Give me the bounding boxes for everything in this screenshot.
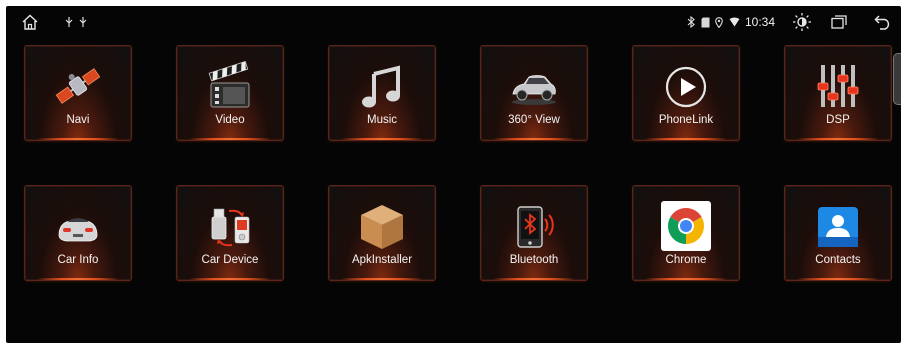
sd-card-icon: [700, 12, 710, 32]
home-screen: 10:34 Navi Video Music 360° View PhoneLi…: [6, 6, 901, 343]
app-tile-chrome[interactable]: Chrome: [632, 185, 740, 281]
app-label: Navi: [66, 114, 90, 126]
app-tile-dsp[interactable]: DSP: [784, 45, 892, 141]
app-tile-apkinstaller[interactable]: ApkInstaller: [328, 185, 436, 281]
clock: 10:34: [744, 15, 776, 29]
app-tile-contacts[interactable]: Contacts: [784, 185, 892, 281]
app-tile-navi[interactable]: Navi: [24, 45, 132, 141]
wifi-icon: [728, 12, 740, 32]
app-tile-360-view[interactable]: 360° View: [480, 45, 588, 141]
app-tile-bluetooth[interactable]: Bluetooth: [480, 185, 588, 281]
app-label: DSP: [826, 114, 850, 126]
app-label: ApkInstaller: [351, 254, 413, 266]
app-label: Video: [215, 114, 245, 126]
app-tile-phonelink[interactable]: PhoneLink: [632, 45, 740, 141]
usb-icon: [64, 12, 74, 32]
play-circle-icon: [661, 61, 711, 111]
app-tile-car-device[interactable]: Car Device: [176, 185, 284, 281]
clapperboard-icon: [205, 61, 255, 111]
app-label: Car Info: [57, 254, 99, 266]
car-360-icon: [509, 61, 559, 111]
bluetooth-icon: [686, 12, 696, 32]
usb-device-icon: [205, 201, 255, 251]
app-label: 360° View: [508, 114, 560, 126]
app-tile-video[interactable]: Video: [176, 45, 284, 141]
app-tile-music[interactable]: Music: [328, 45, 436, 141]
app-label: Chrome: [665, 254, 707, 266]
app-label: Bluetooth: [509, 254, 559, 266]
back-icon[interactable]: [873, 12, 893, 32]
usb-icon: [78, 12, 88, 32]
bluetooth-phone-icon: [509, 201, 559, 251]
app-tile-car-info[interactable]: Car Info: [24, 185, 132, 281]
satellite-icon: [53, 61, 103, 111]
side-drawer-handle[interactable]: [893, 53, 901, 105]
music-note-icon: [357, 61, 407, 111]
status-bar: 10:34: [6, 6, 901, 38]
location-icon: [714, 12, 724, 32]
brightness-icon[interactable]: [791, 12, 813, 32]
app-label: Music: [366, 114, 398, 126]
window-icon[interactable]: [829, 12, 849, 32]
app-label: Contacts: [815, 254, 861, 266]
car-front-icon: [53, 201, 103, 251]
contacts-icon: [813, 201, 863, 251]
chrome-icon: [661, 201, 711, 251]
home-icon[interactable]: [20, 12, 40, 32]
app-label: PhoneLink: [658, 114, 714, 126]
package-box-icon: [357, 201, 407, 251]
app-label: Car Device: [201, 254, 259, 266]
equalizer-icon: [813, 61, 863, 111]
